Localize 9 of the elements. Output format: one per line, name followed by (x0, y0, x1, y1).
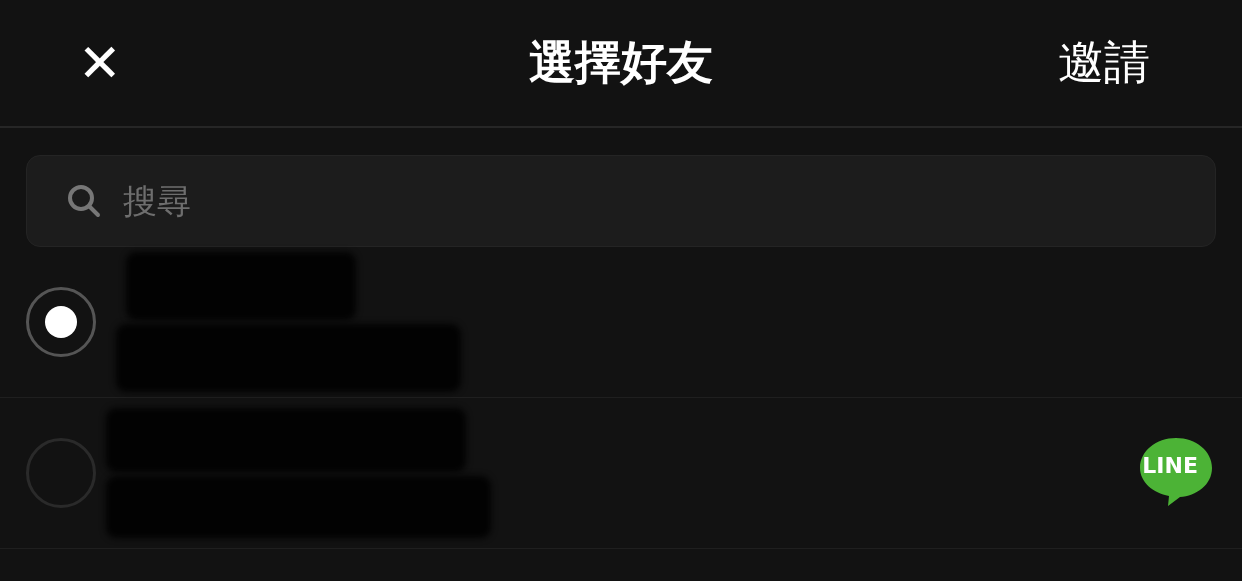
chat-bubble-icon (1138, 436, 1214, 508)
invite-button[interactable]: 邀請 (1058, 32, 1150, 94)
radio-button[interactable] (26, 438, 96, 508)
radio-button[interactable] (26, 287, 96, 357)
search-icon (66, 183, 102, 219)
screen-title: 選擇好友 (529, 34, 713, 91)
close-button[interactable]: ✕ (78, 37, 122, 89)
line-badge-label: LINE (1142, 453, 1198, 478)
search-field[interactable]: 搜尋 (26, 155, 1216, 247)
